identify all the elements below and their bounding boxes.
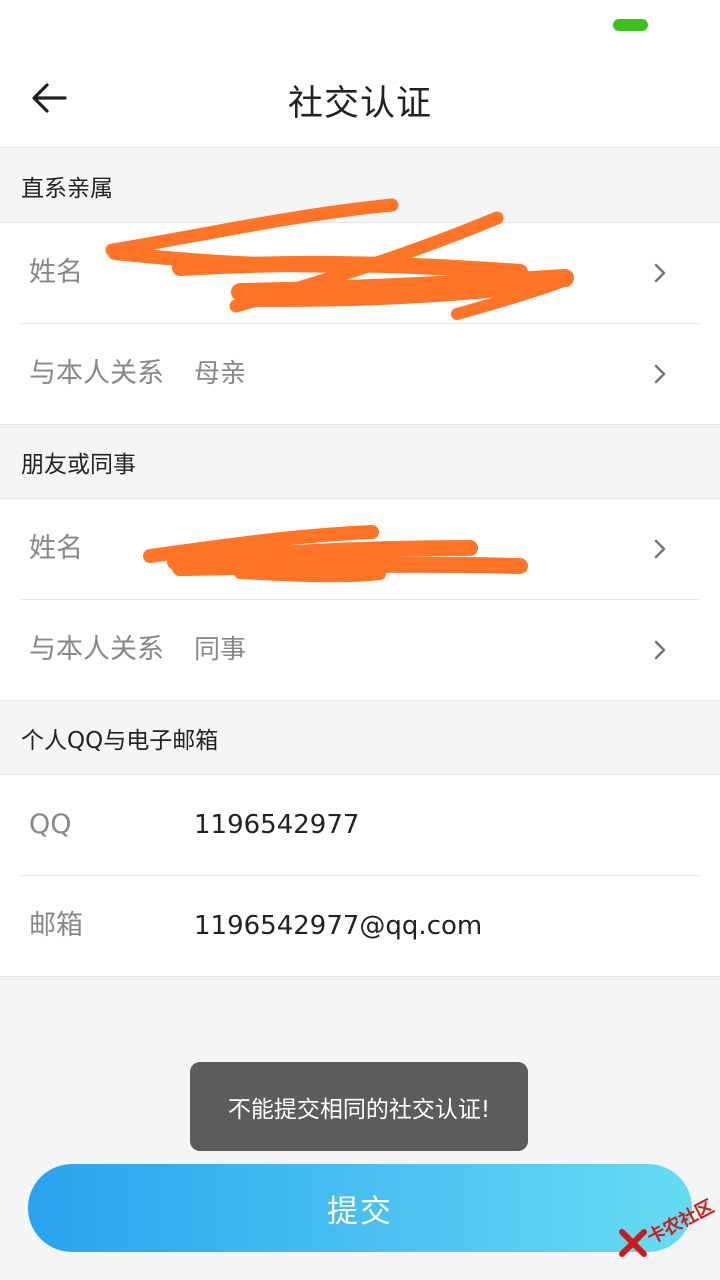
page-title: 社交认证 <box>287 84 432 124</box>
chevron-right-icon <box>654 640 666 660</box>
friend-relation-row[interactable]: 与本人关系 同事 <box>0 600 720 701</box>
submit-button[interactable]: 提交 <box>28 1164 692 1252</box>
family-name-row[interactable]: 姓名 <box>0 223 720 324</box>
family-relation-row[interactable]: 与本人关系 母亲 <box>0 324 720 425</box>
section-header-personal: 个人QQ与电子邮箱 <box>0 701 720 775</box>
qq-value[interactable]: 1196542977 <box>194 775 359 875</box>
friend-name-row[interactable]: 姓名 <box>0 499 720 600</box>
qq-row[interactable]: QQ 1196542977 <box>0 775 720 876</box>
family-relation-value: 母亲 <box>194 359 247 389</box>
section-header-friend: 朋友或同事 <box>0 425 720 499</box>
section-header-family: 直系亲属 <box>0 149 720 223</box>
friend-relation-value: 同事 <box>194 635 247 665</box>
email-value[interactable]: 1196542977@qq.com <box>194 876 482 976</box>
email-label: 邮箱 <box>29 910 83 941</box>
friend-relation-label: 与本人关系 <box>29 634 164 665</box>
status-bar <box>0 0 720 48</box>
toast-message: 不能提交相同的社交认证! <box>190 1062 528 1151</box>
family-name-label: 姓名 <box>29 257 83 288</box>
nav-bar: 社交认证 <box>0 48 720 148</box>
battery-icon <box>613 19 648 31</box>
family-relation-label: 与本人关系 <box>29 358 164 389</box>
row-divider <box>0 976 720 977</box>
chevron-right-icon <box>654 263 666 283</box>
friend-name-label: 姓名 <box>29 533 83 564</box>
chevron-right-icon <box>654 539 666 559</box>
chevron-right-icon <box>654 364 666 384</box>
qq-label: QQ <box>29 809 72 840</box>
email-row[interactable]: 邮箱 1196542977@qq.com <box>0 876 720 977</box>
